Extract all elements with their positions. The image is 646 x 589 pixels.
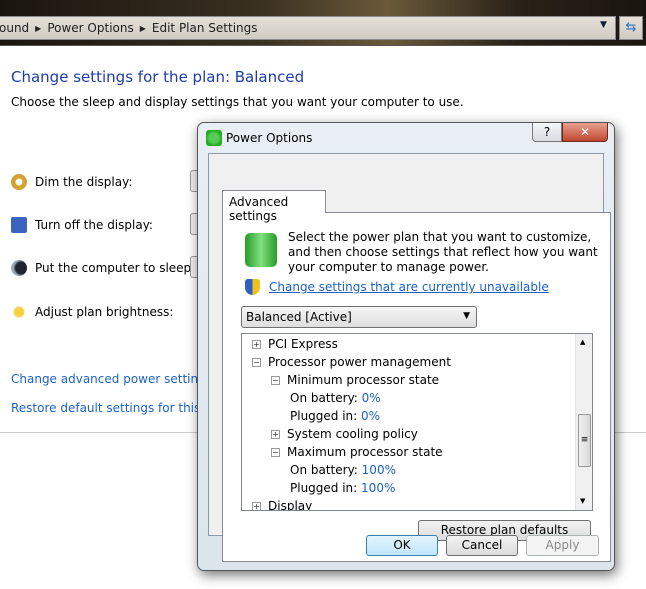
power-options-icon [206, 130, 222, 146]
tree-item-label: On battery: [290, 391, 358, 405]
dialog-title: Power Options [226, 131, 313, 145]
tree-item[interactable]: − Maximum processor state [271, 445, 443, 459]
expand-icon[interactable]: + [252, 502, 261, 510]
divider [0, 432, 197, 433]
tree-item[interactable]: + Display [252, 499, 313, 511]
uac-shield-icon [245, 279, 260, 295]
monitor-clock-icon [11, 217, 27, 233]
scroll-up-icon[interactable]: ▲ [580, 338, 585, 346]
tree-item-label: Minimum processor state [287, 373, 440, 387]
collapse-icon[interactable]: − [271, 448, 280, 457]
apply-button[interactable]: Apply [526, 535, 599, 556]
tree-item-label: PCI Express [268, 337, 338, 351]
description: Select the power plan that you want to c… [288, 230, 598, 274]
power-options-dialog: Power Options ? ✕ Advanced settings Sele… [197, 122, 615, 571]
tree-item[interactable]: On battery: 0% [290, 391, 381, 405]
sun-icon [11, 304, 27, 320]
page-subtitle: Choose the sleep and display settings th… [11, 95, 464, 109]
tab-advanced-settings[interactable]: Advanced settings [222, 190, 326, 223]
address-dropdown-icon[interactable]: ▼ [600, 20, 607, 30]
setting-label: Put the computer to sleep: [35, 261, 196, 275]
tree-item-label: Display [268, 499, 313, 511]
tree-item-label: On battery: [290, 463, 358, 477]
tree-item[interactable]: Plugged in: 0% [290, 409, 380, 423]
tree-item-label: Plugged in: [290, 409, 358, 423]
tree-item-value[interactable]: 100% [362, 463, 396, 477]
breadcrumb-1[interactable]: Power Options [47, 21, 133, 35]
dim-display-icon [11, 174, 27, 190]
tree-item[interactable]: On battery: 100% [290, 463, 396, 477]
tree-item[interactable]: − Minimum processor state [271, 373, 439, 387]
close-button[interactable]: ✕ [562, 123, 608, 142]
expand-icon[interactable]: + [252, 340, 261, 349]
expand-icon[interactable]: + [271, 430, 280, 439]
cancel-button[interactable]: Cancel [446, 535, 518, 556]
tree-item-label: Maximum processor state [287, 445, 443, 459]
setting-sleep: Put the computer to sleep: [11, 260, 195, 276]
restore-defaults-link[interactable]: Restore default settings for this plan [11, 401, 201, 415]
settings-tree: + PCI Express − Processor power management −… [241, 333, 593, 511]
battery-plug-icon [245, 233, 277, 267]
setting-label: Adjust plan brightness: [35, 305, 174, 319]
page-title: Change settings for the plan: Balanced [11, 68, 305, 86]
divider [614, 432, 646, 433]
tab-panel: Select the power plan that you want to c… [222, 212, 611, 562]
tree-item[interactable]: Plugged in: 100% [290, 481, 395, 495]
change-advanced-settings-link[interactable]: Change advanced power settings [11, 372, 212, 386]
tree-item[interactable]: − Processor power management [252, 355, 451, 369]
address-bar[interactable]: ound ▶ Power Options ▶ Edit Plan Setting… [0, 16, 616, 40]
tree-item-value[interactable]: 100% [361, 481, 395, 495]
breadcrumb-2[interactable]: Edit Plan Settings [152, 21, 258, 35]
breadcrumb-arrow-icon[interactable]: ▶ [35, 24, 41, 33]
ok-button[interactable]: OK [366, 535, 438, 556]
tree-item[interactable]: + System cooling policy [271, 427, 418, 441]
change-unavailable-settings-link[interactable]: Change settings that are currently unava… [269, 280, 549, 294]
dialog-body: Advanced settings Select the power plan … [208, 153, 611, 562]
scrollbar-thumb[interactable]: ≡ [578, 414, 591, 467]
collapse-icon[interactable]: − [271, 376, 280, 385]
setting-label: Dim the display: [35, 175, 133, 189]
chevron-down-icon: ▼ [463, 311, 470, 321]
scroll-down-icon[interactable]: ▼ [580, 497, 585, 505]
breadcrumb-0[interactable]: ound [0, 21, 29, 35]
breadcrumb-arrow-icon[interactable]: ▶ [140, 24, 146, 33]
collapse-icon[interactable]: − [252, 358, 261, 367]
refresh-icon[interactable]: ⇆ [619, 16, 643, 40]
tree-item-value[interactable]: 0% [362, 391, 381, 405]
help-button[interactable]: ? [532, 123, 562, 142]
moon-icon [11, 260, 27, 276]
scrollbar[interactable]: ▲ ≡ ▼ [575, 334, 592, 510]
setting-brightness: Adjust plan brightness: [11, 304, 173, 320]
setting-dim-display: Dim the display: [11, 174, 132, 190]
setting-label: Turn off the display: [35, 218, 153, 232]
tree-item-label: Processor power management [268, 355, 451, 369]
setting-turn-off-display: Turn off the display: [11, 217, 153, 233]
tree-item[interactable]: + PCI Express [252, 337, 338, 351]
tree-item-label: System cooling policy [287, 427, 418, 441]
tree-item-value[interactable]: 0% [361, 409, 380, 423]
tree-item-label: Plugged in: [290, 481, 358, 495]
selected-plan: Balanced [Active] [246, 310, 352, 324]
power-plan-select[interactable]: Balanced [Active] ▼ [241, 306, 477, 328]
